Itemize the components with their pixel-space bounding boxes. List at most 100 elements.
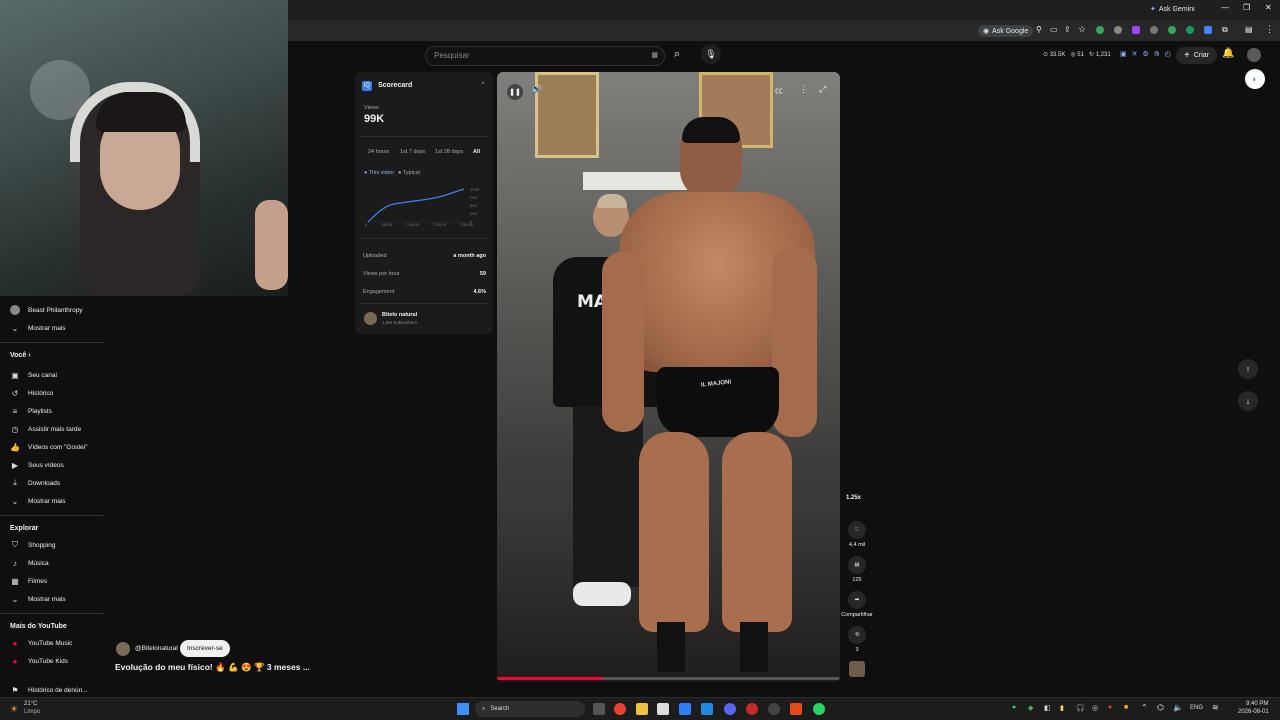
cast-icon[interactable]: ▭: [1050, 25, 1058, 34]
sidebar-item-your-videos[interactable]: ▶ Seus vídeos: [10, 458, 64, 472]
sidebar-heading-you[interactable]: Você ›: [10, 352, 31, 359]
pause-icon[interactable]: ❚❚: [507, 84, 523, 100]
sidebar-item-playlists[interactable]: ≡ Playlists: [10, 404, 52, 418]
like-button[interactable]: ♡ 4,4 mil: [848, 521, 866, 548]
extension-icon[interactable]: [1132, 26, 1140, 34]
puzzle-extensions-icon[interactable]: ⧉: [1222, 25, 1228, 35]
clock-date[interactable]: 2026-08-01: [1238, 709, 1269, 715]
restore-icon[interactable]: ❐: [1243, 3, 1250, 12]
minimize-icon[interactable]: —: [1221, 3, 1229, 12]
sidebar-show-more[interactable]: ⌄ Mostrar mais: [10, 494, 66, 508]
keyboard-icon[interactable]: ▦: [651, 51, 658, 59]
taskbar-search[interactable]: ⌕ Search: [475, 701, 585, 717]
media-app-icon[interactable]: [746, 703, 758, 715]
range-tab-all[interactable]: All: [473, 149, 480, 155]
search-icon[interactable]: ⌕: [674, 48, 680, 61]
sidebar-item-youtube-music[interactable]: ● YouTube Music: [10, 636, 73, 650]
todo-app-icon[interactable]: [701, 703, 713, 715]
ask-google-button[interactable]: ◉ Ask Google: [978, 25, 1034, 37]
tray-icon[interactable]: ◆: [1028, 704, 1033, 712]
playback-speed[interactable]: 1.25x: [846, 495, 861, 501]
notifications-bell-icon[interactable]: 🔔: [1222, 48, 1234, 59]
gemini-float-icon[interactable]: ◐: [1245, 69, 1265, 89]
app-icon[interactable]: [790, 703, 802, 715]
extension-icon[interactable]: ⚙: [1143, 50, 1149, 58]
channel-name[interactable]: Bitelo natural: [382, 312, 417, 318]
tray-icon[interactable]: ●: [1108, 704, 1112, 711]
shorts-video-player[interactable]: MA IL MAJONI ❚❚ 🔊 ㏄ ⋮ ⤢: [497, 72, 840, 682]
zoom-icon[interactable]: ⚲: [1036, 25, 1042, 34]
task-view-icon[interactable]: [593, 703, 605, 715]
mail-app-icon[interactable]: [679, 703, 691, 715]
windows-start-icon[interactable]: [457, 703, 469, 715]
microphone-icon[interactable]: 🎙: [701, 44, 721, 64]
sidebar-panel-icon[interactable]: ▤: [1245, 25, 1253, 34]
chevron-up-icon[interactable]: ⌃: [1141, 703, 1148, 712]
sidebar-item-history[interactable]: ↺ Histórico: [10, 386, 54, 400]
obs-icon[interactable]: [768, 703, 780, 715]
extension-icon[interactable]: [1186, 26, 1194, 34]
collapse-chevron-icon[interactable]: ⌃: [480, 81, 486, 89]
next-short-button[interactable]: ↓: [1238, 391, 1258, 411]
bookmark-star-icon[interactable]: ☆: [1078, 24, 1086, 35]
menu-kebab-icon[interactable]: ⋮: [1265, 24, 1274, 35]
tray-icon[interactable]: ■: [1124, 704, 1128, 711]
sidebar-show-more[interactable]: ⌄ Mostrar mais: [10, 321, 66, 335]
sidebar-item-liked-videos[interactable]: 👍 Vídeos com "Gostei": [10, 440, 88, 454]
sidebar-item-report-history[interactable]: ⚑ Histórico de denún...: [10, 683, 87, 697]
tray-icon[interactable]: ◎: [1092, 704, 1098, 712]
share-button[interactable]: ➦ Compartilhar: [841, 591, 873, 618]
extension-icon[interactable]: [1168, 26, 1176, 34]
comments-button[interactable]: ▤ 125: [848, 556, 866, 583]
sidebar-item-music[interactable]: ♪ Música: [10, 556, 49, 570]
close-window-icon[interactable]: ✕: [1265, 3, 1272, 12]
volume-icon[interactable]: 🔊: [531, 84, 542, 95]
sidebar-item-movies[interactable]: ▦ Filmes: [10, 574, 47, 588]
sidebar-show-more[interactable]: ⌄ Mostrar mais: [10, 592, 66, 606]
avatar[interactable]: [1247, 48, 1261, 62]
sidebar-item-your-channel[interactable]: ▣ Seu canal: [10, 368, 57, 382]
extension-icon[interactable]: ◴: [1165, 50, 1171, 58]
fullscreen-icon[interactable]: ⤢: [819, 84, 826, 95]
sidebar-item-watch-later[interactable]: ◷ Assistir mais tarde: [10, 422, 82, 436]
extension-icon[interactable]: [1114, 26, 1122, 34]
sidebar-item-subscription[interactable]: Beast Philanthropy: [10, 303, 83, 317]
tray-icon[interactable]: ▮: [1060, 704, 1064, 712]
tray-whatsapp-icon[interactable]: ●: [1012, 704, 1016, 711]
weather-temp[interactable]: 21°C: [24, 701, 37, 707]
progress-track[interactable]: [497, 677, 840, 680]
previous-short-button[interactable]: ↑: [1238, 359, 1258, 379]
range-tab-28d[interactable]: 1st 28 days: [435, 149, 463, 155]
sound-thumbnail[interactable]: [849, 661, 865, 677]
share-icon[interactable]: ⇪: [1064, 25, 1071, 34]
language-indicator[interactable]: ENG: [1190, 705, 1203, 711]
sidebar-item-downloads[interactable]: ⤓ Downloads: [10, 476, 60, 490]
ask-gemini-button[interactable]: ✦ Ask Gemini: [1150, 5, 1195, 14]
extension-icon[interactable]: [1096, 26, 1104, 34]
subscribe-button[interactable]: Inscrever-se: [180, 640, 230, 657]
wifi-icon[interactable]: ≋: [1212, 703, 1219, 712]
headset-icon[interactable]: 🎧: [1076, 704, 1085, 712]
channel-avatar[interactable]: [116, 642, 130, 656]
extension-icon[interactable]: [1204, 26, 1212, 34]
range-tab-24h[interactable]: 24 hours: [368, 149, 389, 155]
remix-button[interactable]: ⟲ 3: [848, 626, 866, 653]
calendar-app-icon[interactable]: [657, 703, 669, 715]
channel-handle[interactable]: @Bitelonatural: [135, 645, 178, 652]
clock-time[interactable]: 9:40 PM: [1246, 701, 1268, 707]
extension-icon[interactable]: ⟰: [1154, 50, 1160, 58]
chrome-icon[interactable]: [614, 703, 626, 715]
captions-icon[interactable]: ㏄: [775, 85, 783, 96]
speaker-icon[interactable]: 🔈: [1173, 703, 1183, 712]
extension-icon[interactable]: ✕: [1132, 50, 1138, 58]
channel-avatar[interactable]: [364, 312, 377, 325]
whatsapp-icon[interactable]: [813, 703, 825, 715]
tray-icon[interactable]: ◧: [1044, 704, 1051, 712]
file-explorer-icon[interactable]: [636, 703, 648, 715]
network-icon[interactable]: ⌬: [1157, 703, 1164, 712]
extension-icon[interactable]: [1150, 26, 1158, 34]
more-options-icon[interactable]: ⋮: [799, 84, 808, 95]
sidebar-item-youtube-kids[interactable]: ● YouTube Kids: [10, 654, 68, 668]
extension-icon[interactable]: ▣: [1120, 50, 1127, 58]
create-button[interactable]: + Criar: [1176, 47, 1218, 64]
